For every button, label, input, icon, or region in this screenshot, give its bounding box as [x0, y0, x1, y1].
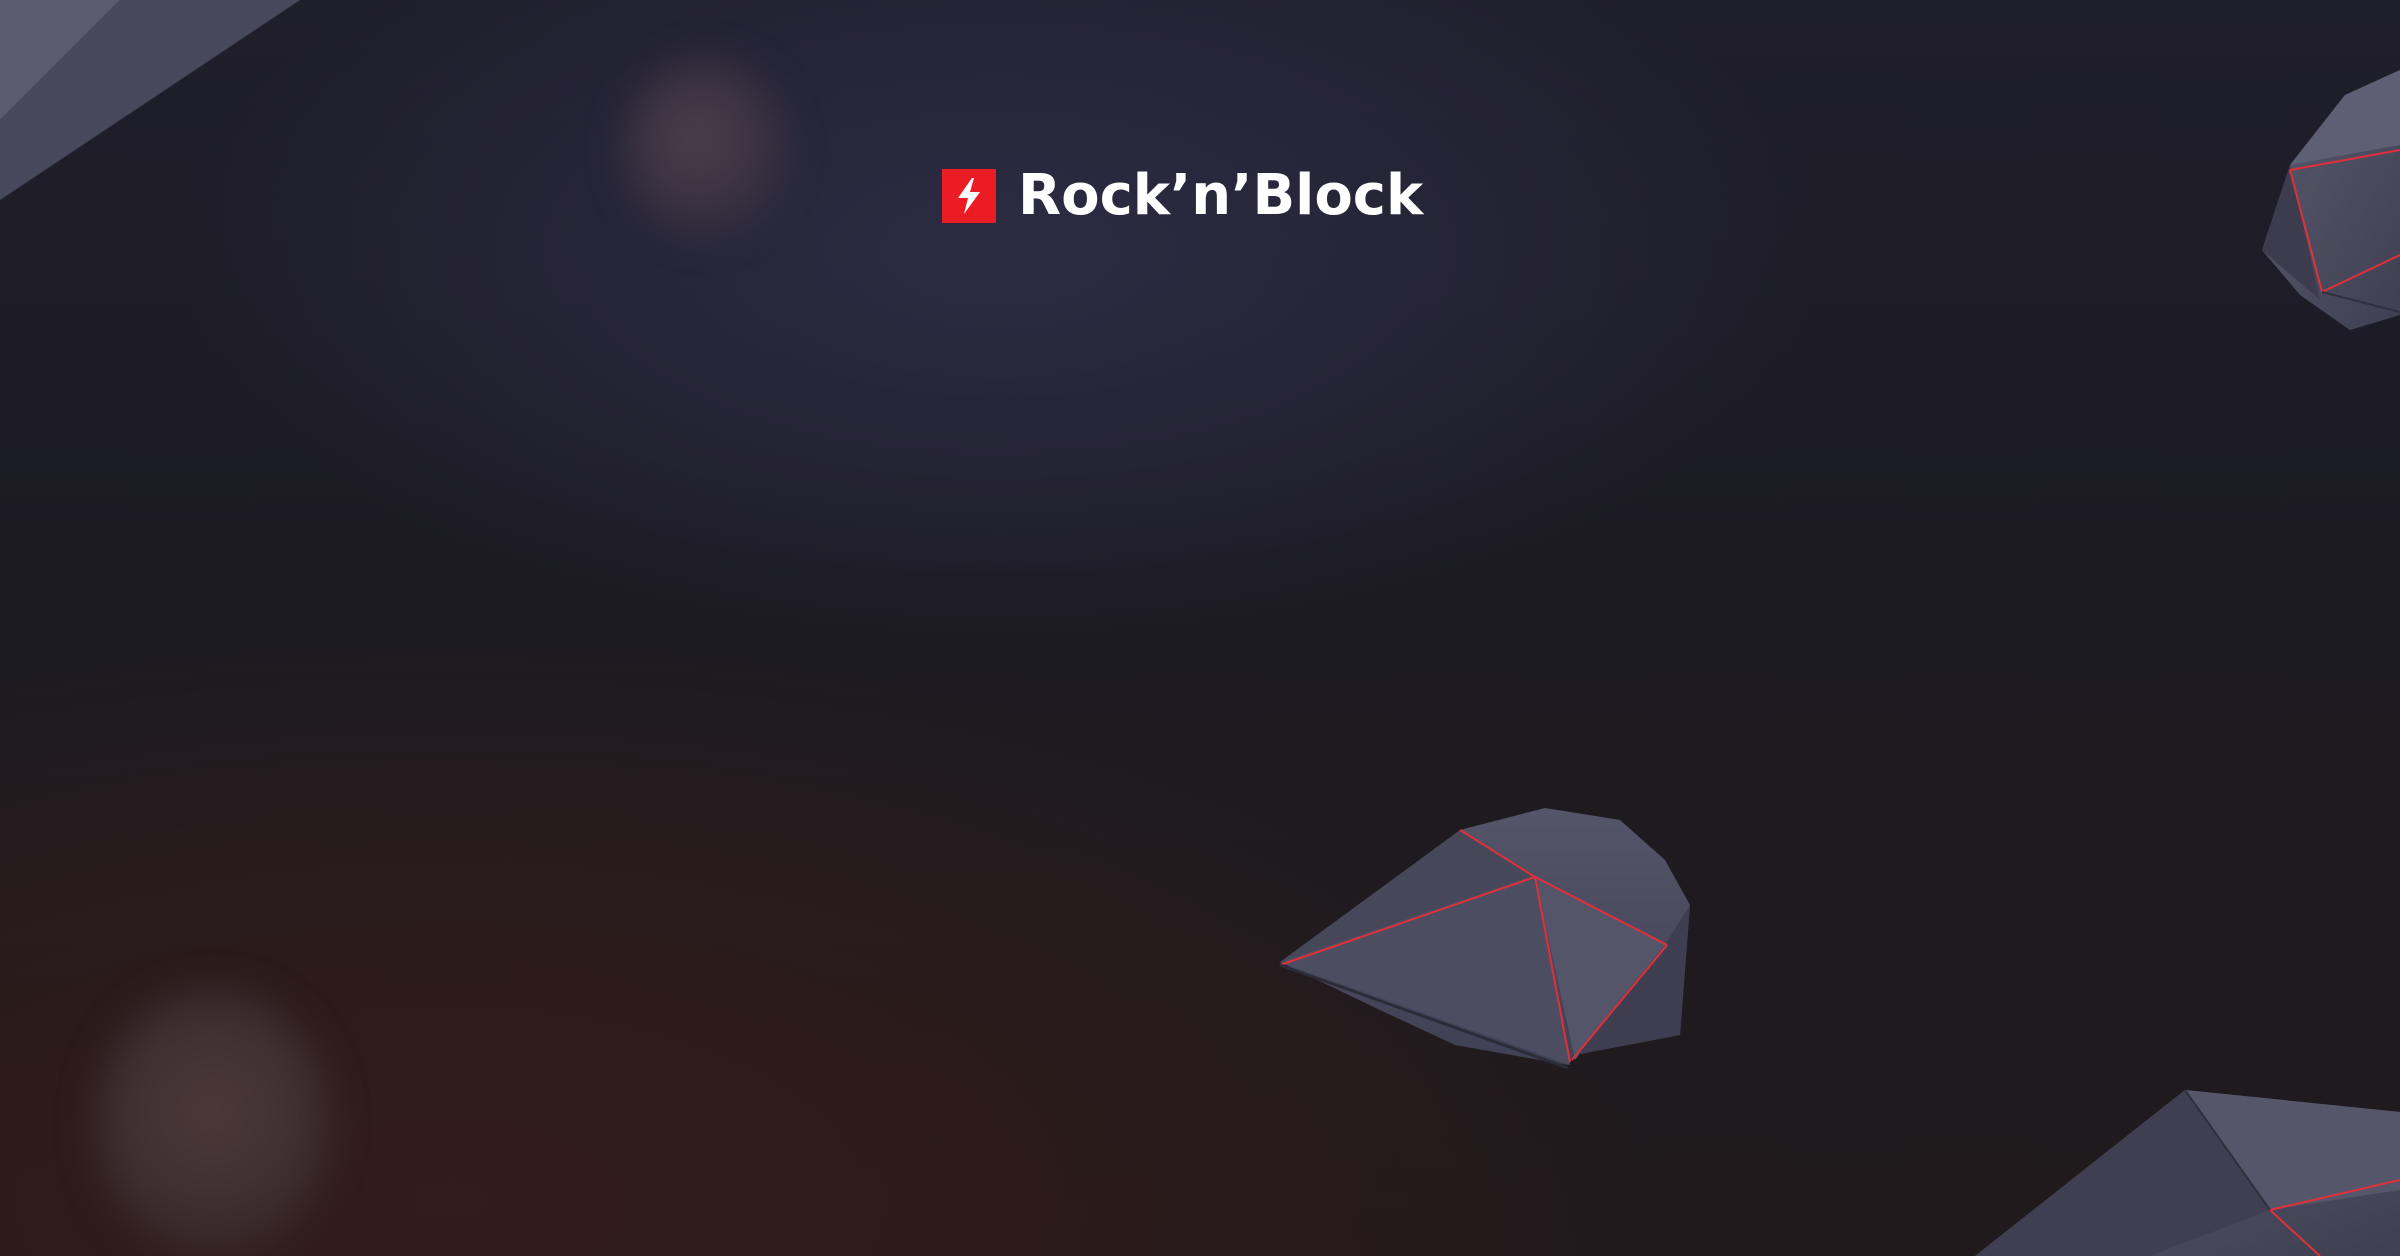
polyhedron-top-left [0, 0, 300, 200]
headline-text-2: CONTRACT [705, 704, 1695, 900]
lightning-bolt-icon [942, 169, 996, 223]
headline-line-2: CONTRACT [0, 718, 2400, 886]
polyhedron-top-right [2262, 70, 2400, 330]
headline-text-1: CUSTOM SMART [463, 428, 1937, 624]
polyhedron-bottom-right [1975, 1089, 2400, 1256]
brand-logo: Rock’n’Block [942, 168, 1423, 224]
brand-name: Rock’n’Block [1018, 163, 1424, 228]
banner-canvas: Rock’n’Block CUSTOM SMART CONTRACT [0, 0, 2400, 1256]
headline-line-1: CUSTOM SMART [0, 442, 2400, 610]
